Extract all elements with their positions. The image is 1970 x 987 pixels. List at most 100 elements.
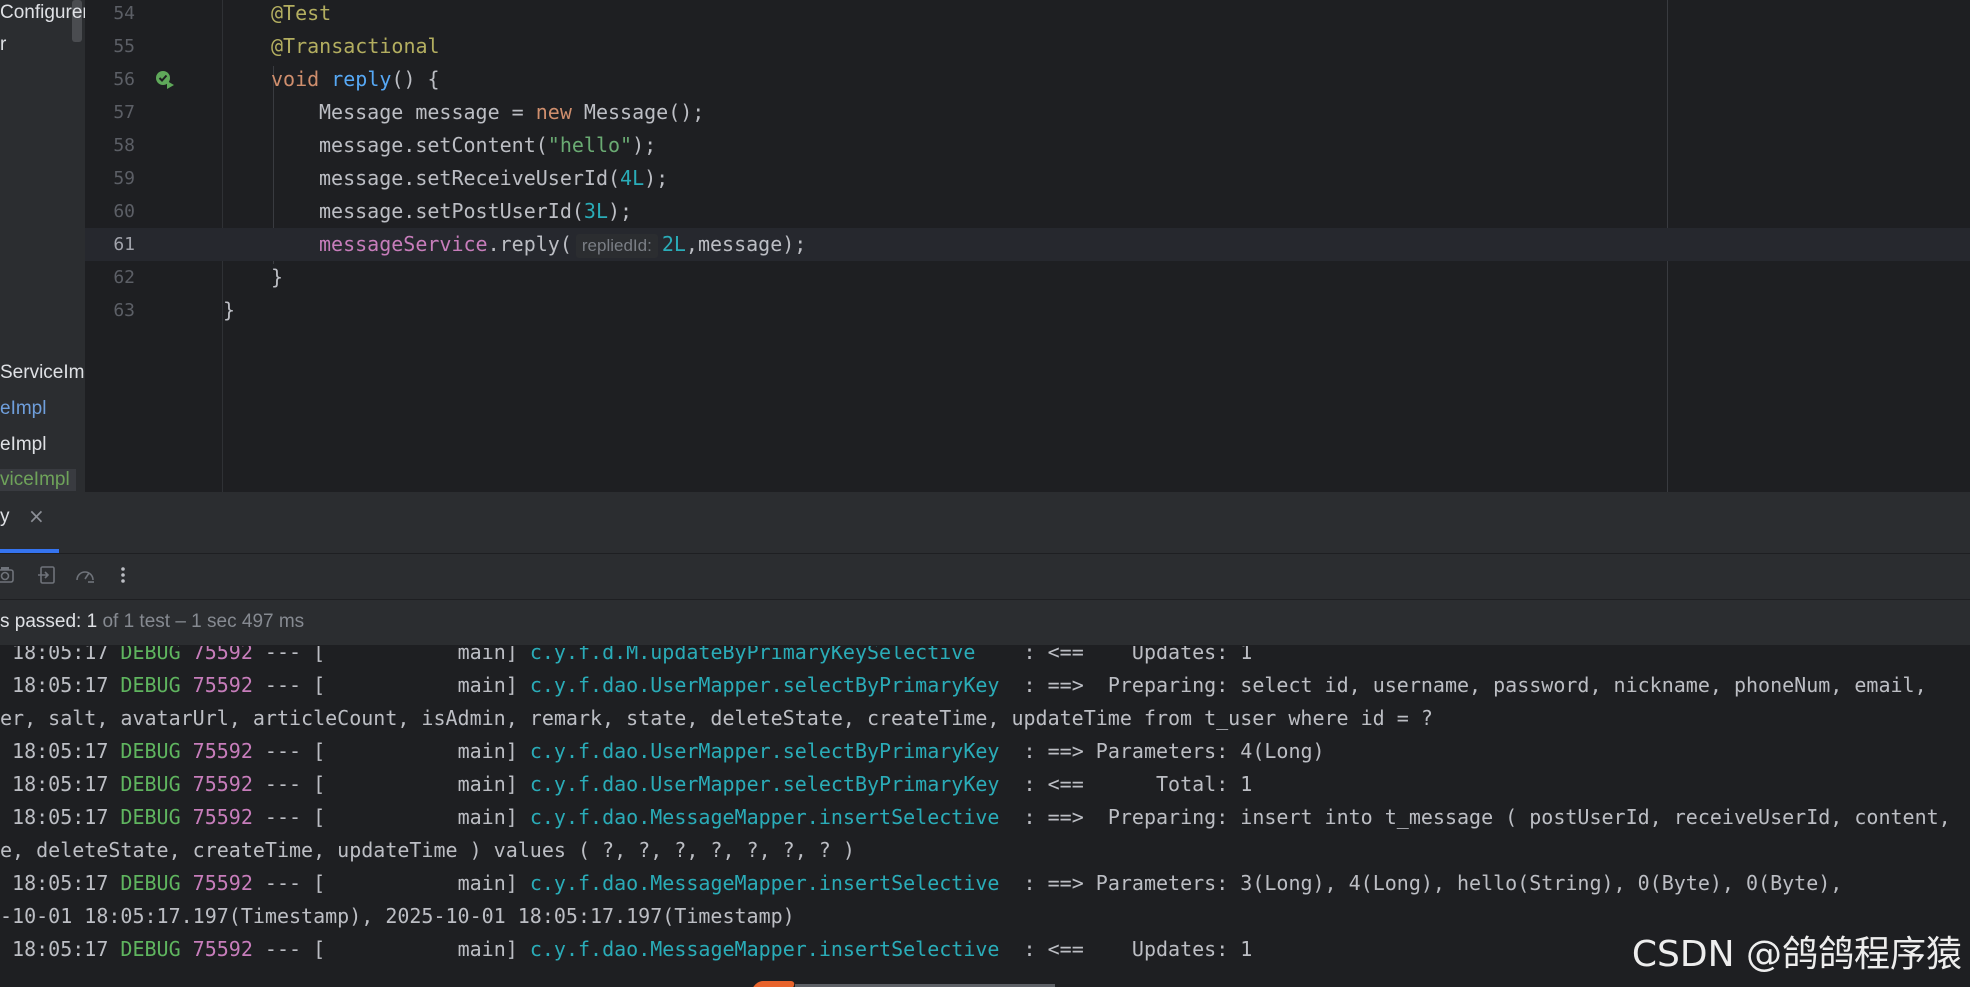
- code-token: reply: [331, 67, 392, 91]
- logger-link[interactable]: c.y.f.d.M.updateByPrimaryKeySelective: [530, 646, 976, 664]
- console-segment: --- [ main]: [252, 805, 530, 829]
- project-tree: Configurer r ServiceImp eImpl eImpl vice…: [0, 0, 85, 492]
- console-line: 18:05:17 DEBUG 75592 --- [ main] c.y.f.d…: [0, 735, 1325, 768]
- code-text: message.setReceiveUserId(4L);: [319, 162, 668, 195]
- console-segment: DEBUG: [120, 646, 181, 664]
- code-line[interactable]: 59 message.setReceiveUserId(4L);: [85, 162, 1970, 195]
- logger-link[interactable]: c.y.f.dao.MessageMapper.insertSelective: [530, 805, 1000, 829]
- logger-link[interactable]: c.y.f.dao.UserMapper.selectByPrimaryKey: [530, 673, 1000, 697]
- line-number[interactable]: 54: [85, 0, 135, 30]
- test-status-text: s passed: 1 of 1 test – 1 sec 497 ms: [0, 611, 305, 632]
- tree-item-serviceimpl[interactable]: ServiceImp: [0, 362, 85, 384]
- code-token: );: [608, 199, 633, 223]
- tree-item[interactable]: r: [0, 34, 6, 56]
- tree-item-impl[interactable]: eImpl: [0, 434, 46, 456]
- code-line[interactable]: 54 @Test: [85, 0, 1970, 30]
- line-number[interactable]: 56: [85, 63, 135, 96]
- console-segment: 18:05:17: [0, 772, 121, 796]
- watermark: CSDN @鸽鸽程序猿: [1631, 934, 1962, 975]
- code-line[interactable]: 58 message.setContent("hello");: [85, 129, 1970, 162]
- code-token: Message message =: [319, 100, 536, 124]
- line-number[interactable]: 63: [85, 294, 135, 327]
- console-segment: --- [ main]: [252, 937, 530, 961]
- run-tool-window: y × s passed: 1 of 1 test – 1 sec 497 ms…: [0, 492, 1970, 987]
- console-segment: --- [ main]: [252, 871, 530, 895]
- console-line: er, salt, avatarUrl, articleCount, isAdm…: [0, 706, 1433, 730]
- code-token: message.setPostUserId(: [319, 199, 584, 223]
- code-text: messageService.reply(repliedId: 2L,messag…: [319, 228, 806, 261]
- console-segment: 18:05:17: [0, 871, 121, 895]
- tree-item-serviceimpl-selected[interactable]: viceImpl: [0, 469, 76, 491]
- code-token: 2L: [661, 232, 686, 256]
- code-line[interactable]: 57 Message message = new Message();: [85, 96, 1970, 129]
- code-line[interactable]: 55 @Transactional: [85, 30, 1970, 63]
- code-editor[interactable]: 54 @Test 55 @Transactional 56 void reply() {5…: [85, 0, 1970, 492]
- close-icon[interactable]: ×: [28, 504, 45, 528]
- console-segment: 75592: [180, 937, 253, 961]
- line-number[interactable]: 60: [85, 195, 135, 228]
- console-line: 18:05:17 DEBUG 75592 --- [ main] c.y.f.d…: [0, 669, 1927, 702]
- line-number[interactable]: 58: [85, 129, 135, 162]
- more-vertical-icon[interactable]: [112, 564, 134, 586]
- console-segment: 75592: [180, 673, 253, 697]
- code-token: );: [632, 133, 657, 157]
- code-token: @Transactional: [271, 34, 440, 58]
- line-number[interactable]: 62: [85, 261, 135, 294]
- tree-item-impl[interactable]: eImpl: [0, 398, 46, 420]
- test-status-bar: s passed: 1 of 1 test – 1 sec 497 ms: [0, 599, 1970, 646]
- code-token: );: [644, 166, 669, 190]
- code-token: 4L: [620, 166, 645, 190]
- run-test-passed-icon[interactable]: [154, 69, 176, 91]
- console-segment: 18:05:17: [0, 739, 121, 763]
- logger-link[interactable]: c.y.f.dao.MessageMapper.insertSelective: [530, 937, 1000, 961]
- console-segment: DEBUG: [120, 805, 181, 829]
- run-toolbar: [0, 554, 1970, 600]
- tree-item-configurer[interactable]: Configurer: [0, 2, 85, 24]
- code-token: ,message);: [685, 232, 807, 256]
- code-token: @Test: [271, 1, 332, 25]
- code-line[interactable]: 63}: [85, 294, 1970, 327]
- code-text: message.setPostUserId(3L);: [319, 195, 632, 228]
- console-segment: 18:05:17: [0, 805, 121, 829]
- code-line[interactable]: 61 messageService.reply(repliedId: 2L,mess…: [85, 228, 1970, 261]
- line-number[interactable]: 59: [85, 162, 135, 195]
- orange-mark: [753, 981, 797, 987]
- console-segment: 75592: [180, 739, 253, 763]
- code-line[interactable]: 56 void reply() {: [85, 63, 1970, 96]
- line-number[interactable]: 61: [85, 228, 135, 261]
- logger-link[interactable]: c.y.f.dao.MessageMapper.insertSelective: [530, 871, 1000, 895]
- console-line: 18:05:17 DEBUG 75592 --- [ main] c.y.f.d…: [0, 768, 1252, 801]
- console-segment: 18:05:17: [0, 937, 121, 961]
- code-token: message.setContent(: [319, 133, 548, 157]
- code-text: @Test: [271, 0, 331, 30]
- code-token: Message();: [583, 100, 705, 124]
- console-segment: 18:05:17: [0, 646, 121, 664]
- camera-icon[interactable]: [0, 564, 16, 586]
- logger-link[interactable]: c.y.f.dao.UserMapper.selectByPrimaryKey: [530, 739, 1000, 763]
- logger-link[interactable]: c.y.f.dao.UserMapper.selectByPrimaryKey: [530, 772, 1000, 796]
- console-segment: 18:05:17: [0, 673, 121, 697]
- console-segment: 75592: [180, 772, 253, 796]
- speedometer-icon[interactable]: [74, 564, 96, 586]
- import-icon[interactable]: [36, 564, 58, 586]
- console-segment: : <== Updates: 1: [999, 937, 1253, 961]
- console-segment: 75592: [180, 871, 253, 895]
- code-text: message.setContent("hello");: [319, 129, 656, 162]
- code-line[interactable]: 60 message.setPostUserId(3L);: [85, 195, 1970, 228]
- line-number[interactable]: 55: [85, 30, 135, 63]
- console-segment: 75592: [180, 646, 253, 664]
- console-line: 18:05:17 DEBUG 75592 --- [ main] c.y.f.d…: [0, 867, 1842, 900]
- console-line: 18:05:17 DEBUG 75592 --- [ main] c.y.f.d…: [0, 933, 1252, 966]
- line-number[interactable]: 57: [85, 96, 135, 129]
- code-token: }: [271, 265, 284, 289]
- code-text: @Transactional: [271, 30, 440, 63]
- console-segment: --- [ main]: [252, 739, 530, 763]
- code-text: }: [223, 294, 235, 327]
- console-segment: DEBUG: [120, 772, 181, 796]
- code-line[interactable]: 62}: [85, 261, 1970, 294]
- console-segment: --- [ main]: [252, 673, 530, 697]
- console-segment: --- [ main]: [252, 772, 530, 796]
- console-segment: DEBUG: [120, 937, 181, 961]
- parameter-hint: repliedId:: [575, 234, 658, 258]
- tab-run-reply[interactable]: y: [0, 506, 10, 536]
